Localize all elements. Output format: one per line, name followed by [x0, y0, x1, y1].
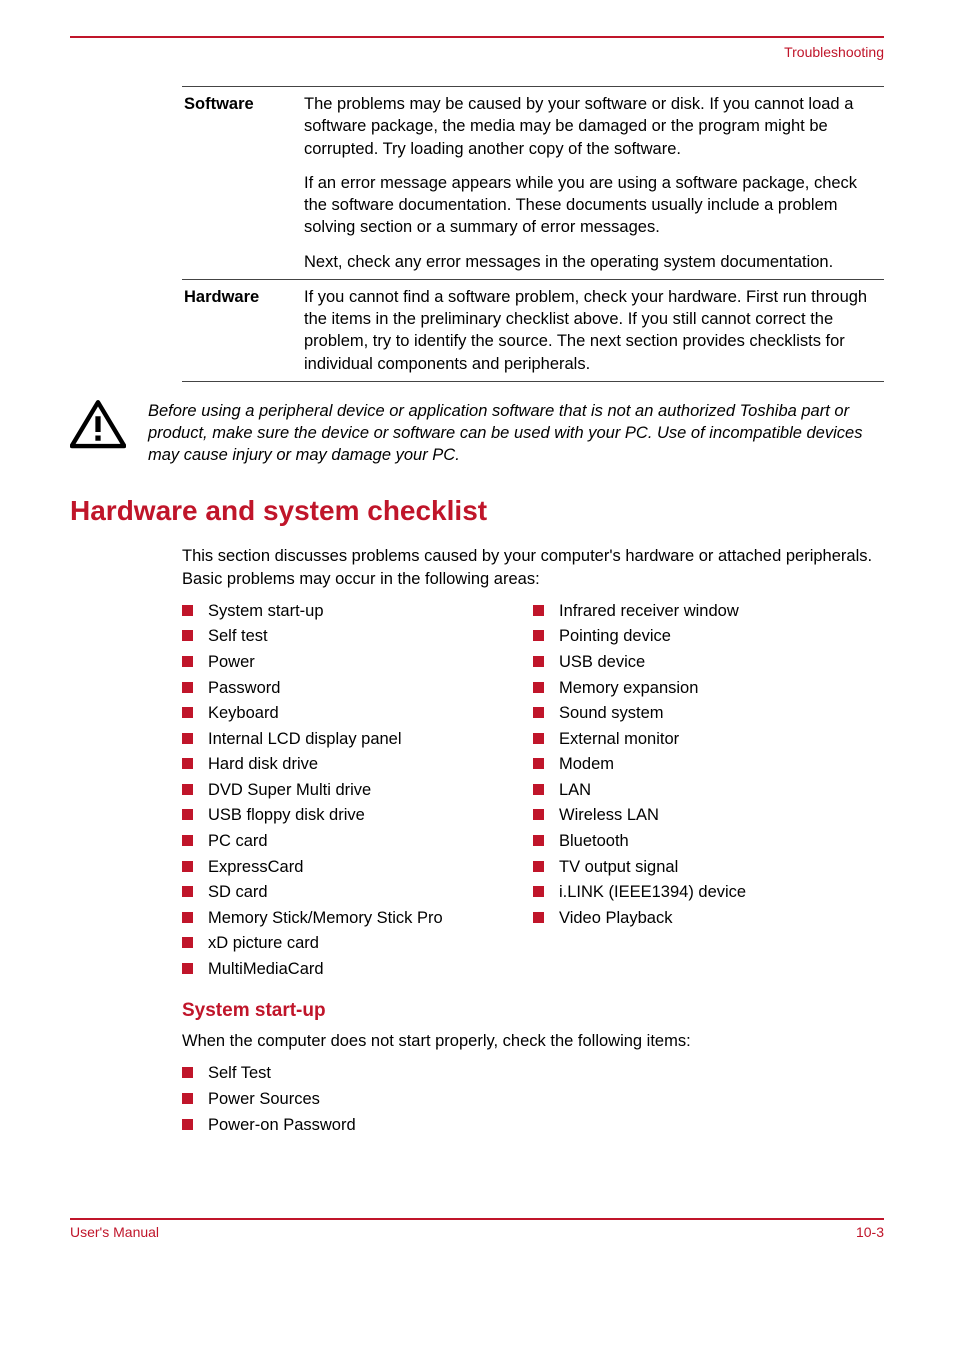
- list-item: Power-on Password: [182, 1113, 884, 1139]
- warning-text: Before using a peripheral device or appl…: [130, 400, 884, 467]
- list-item: Modem: [533, 752, 884, 778]
- list-item: System start-up: [182, 599, 533, 625]
- section-intro: This section discusses problems caused b…: [182, 545, 884, 591]
- list-item: Keyboard: [182, 701, 533, 727]
- breadcrumb: Troubleshooting: [70, 44, 884, 60]
- list-item: Power Sources: [182, 1087, 884, 1113]
- list-item: Sound system: [533, 701, 884, 727]
- list-item: Hard disk drive: [182, 752, 533, 778]
- list-item: Pointing device: [533, 624, 884, 650]
- list-item: USB device: [533, 650, 884, 676]
- subsection-intro: When the computer does not start properl…: [182, 1030, 884, 1053]
- list-item: Memory expansion: [533, 676, 884, 702]
- software-head: Software: [182, 87, 302, 166]
- list-item: Memory Stick/Memory Stick Pro: [182, 906, 533, 932]
- hardware-head: Hardware: [182, 279, 302, 381]
- list-item: Power: [182, 650, 533, 676]
- startup-checklist: Self TestPower SourcesPower-on Password: [182, 1061, 884, 1138]
- problem-analysis-table: Software The problems may be caused by y…: [182, 86, 884, 382]
- checklist-left: System start-upSelf testPowerPasswordKey…: [182, 599, 533, 982]
- software-p2: If an error message appears while you ar…: [302, 166, 884, 245]
- list-item: TV output signal: [533, 855, 884, 881]
- section-heading: Hardware and system checklist: [70, 495, 884, 527]
- list-item: LAN: [533, 778, 884, 804]
- list-item: PC card: [182, 829, 533, 855]
- list-item: Self test: [182, 624, 533, 650]
- list-item: Video Playback: [533, 906, 884, 932]
- list-item: External monitor: [533, 727, 884, 753]
- checklist-right: Infrared receiver windowPointing deviceU…: [533, 599, 884, 931]
- footer-right: 10-3: [856, 1224, 884, 1240]
- list-item: Infrared receiver window: [533, 599, 884, 625]
- software-p3: Next, check any error messages in the op…: [302, 245, 884, 280]
- list-item: Internal LCD display panel: [182, 727, 533, 753]
- warning-icon: [70, 400, 130, 455]
- list-item: DVD Super Multi drive: [182, 778, 533, 804]
- list-item: Bluetooth: [533, 829, 884, 855]
- list-item: i.LINK (IEEE1394) device: [533, 880, 884, 906]
- list-item: USB floppy disk drive: [182, 803, 533, 829]
- list-item: Password: [182, 676, 533, 702]
- list-item: SD card: [182, 880, 533, 906]
- subsection-heading: System start-up: [182, 1000, 884, 1022]
- footer-left: User's Manual: [70, 1224, 159, 1240]
- list-item: Wireless LAN: [533, 803, 884, 829]
- hardware-p1: If you cannot find a software problem, c…: [302, 279, 884, 381]
- software-p1: The problems may be caused by your softw…: [302, 87, 884, 166]
- list-item: Self Test: [182, 1061, 884, 1087]
- list-item: ExpressCard: [182, 855, 533, 881]
- list-item: MultiMediaCard: [182, 957, 533, 983]
- list-item: xD picture card: [182, 931, 533, 957]
